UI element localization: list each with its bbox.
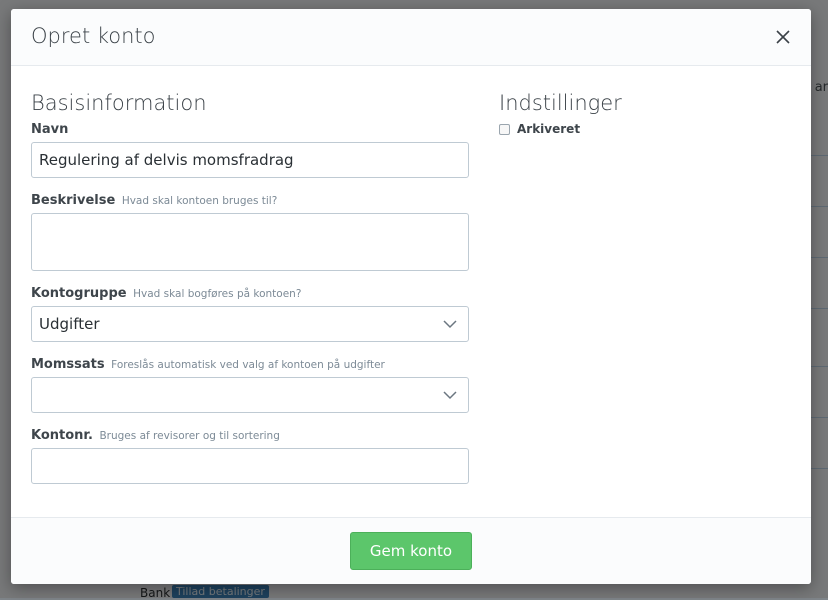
account-number-input[interactable] — [31, 448, 469, 484]
account-group-select[interactable]: Udgifter — [31, 306, 469, 342]
save-account-button[interactable]: Gem konto — [350, 532, 472, 570]
modal-title: Opret konto — [31, 24, 156, 48]
account-group-label: Kontogruppe Hvad skal bogføres på kontoe… — [31, 286, 302, 301]
name-input[interactable]: Regulering af delvis momsfradrag — [31, 142, 469, 178]
vat-rate-select[interactable] — [31, 377, 469, 413]
description-textarea[interactable] — [31, 213, 469, 271]
settings-section: Indstillinger Arkiveret — [499, 66, 789, 136]
basis-information-section: Basisinformation Navn Regulering af delv… — [31, 66, 469, 484]
modal-body: Basisinformation Navn Regulering af delv… — [11, 66, 811, 518]
close-icon[interactable] — [773, 27, 793, 47]
vat-rate-label: Momssats Foreslås automatisk ved valg af… — [31, 357, 385, 372]
chevron-down-icon — [443, 320, 457, 329]
archived-checkbox-row[interactable]: Arkiveret — [499, 122, 789, 136]
chevron-down-icon — [443, 391, 457, 400]
account-number-label: Kontonr. Bruges af revisorer og til sort… — [31, 428, 280, 443]
account-number-hint: Bruges af revisorer og til sortering — [99, 430, 280, 442]
modal-header: Opret konto — [11, 9, 811, 66]
vat-rate-hint: Foreslås automatisk ved valg af kontoen … — [111, 359, 385, 371]
create-account-modal: Opret konto Basisinformation Navn Regule… — [11, 9, 811, 584]
section-title-indstillinger: Indstillinger — [499, 91, 622, 115]
account-group-hint: Hvad skal bogføres på kontoen? — [133, 288, 302, 300]
archived-checkbox[interactable] — [499, 123, 510, 135]
name-label: Navn — [31, 122, 69, 137]
description-hint: Hvad skal kontoen bruges til? — [121, 195, 278, 207]
archived-label: Arkiveret — [517, 122, 581, 136]
modal-footer: Gem konto — [11, 517, 811, 584]
description-label: Beskrivelse Hvad skal kontoen bruges til… — [31, 193, 278, 208]
section-title-basisinformation: Basisinformation — [31, 91, 207, 115]
